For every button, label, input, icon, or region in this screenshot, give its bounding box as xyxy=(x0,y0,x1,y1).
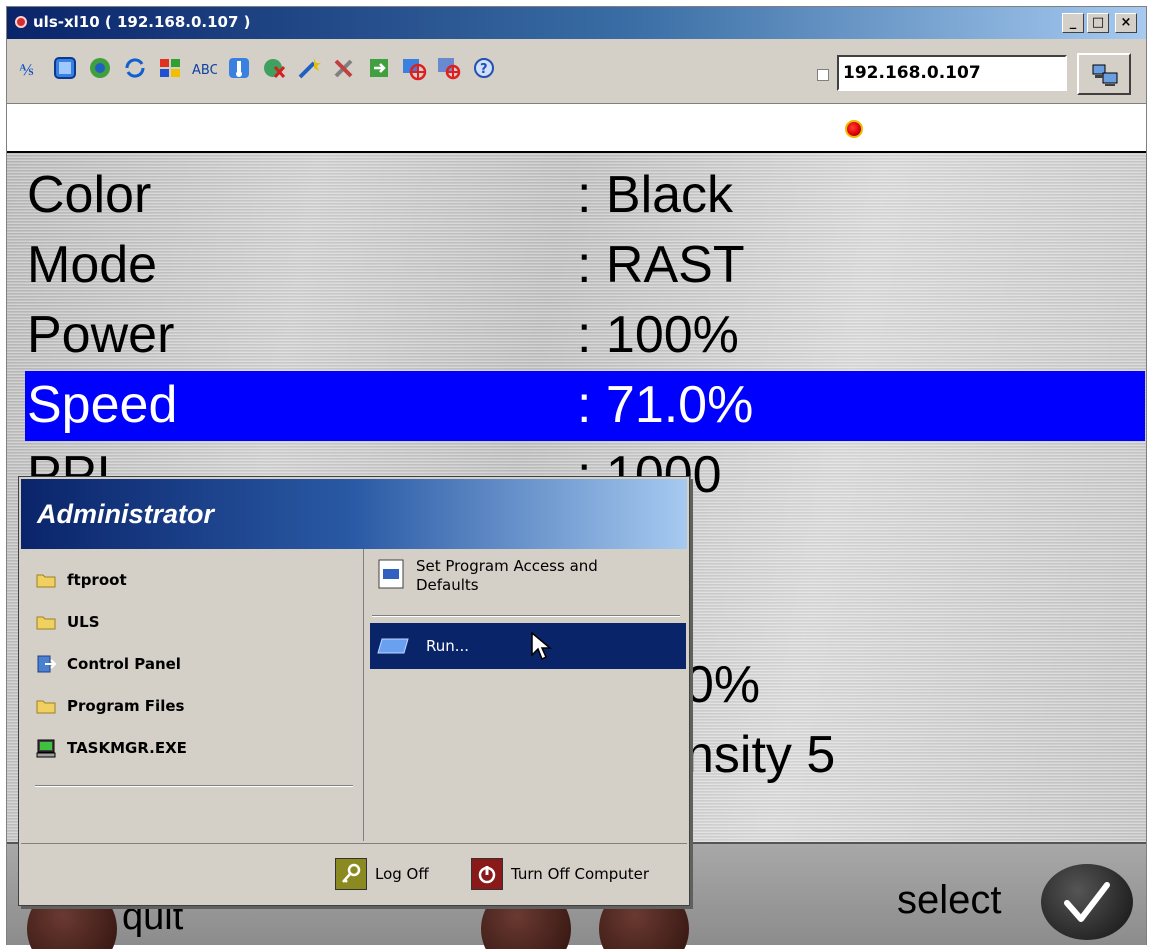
setting-value: : 100% xyxy=(577,306,739,364)
select-button[interactable] xyxy=(1041,864,1133,940)
ip-address-input[interactable]: 192.168.0.107 xyxy=(837,55,1067,91)
menu-item-label: Set Program Access and Defaults xyxy=(416,557,598,605)
start-menu-right-pane: Set Program Access and Defaults Run... xyxy=(363,549,687,841)
user-name: Administrator xyxy=(37,499,215,529)
start-menu-footer: Log Off Turn Off Computer xyxy=(21,843,687,903)
folder-icon xyxy=(36,700,56,714)
toolbar-icons: ⅍ ABC ? xyxy=(15,53,503,83)
setting-row-speed[interactable]: Speed : 71.0% xyxy=(25,371,1145,441)
key-icon xyxy=(335,858,367,890)
title-bar[interactable]: uls-xl10 ( 192.168.0.107 ) _ □ × xyxy=(7,7,1146,39)
network-computers-icon xyxy=(1092,64,1118,86)
checkmark-icon xyxy=(1064,882,1110,922)
wand-icon[interactable] xyxy=(294,53,324,83)
connect-button[interactable] xyxy=(1077,53,1131,95)
refresh-icon[interactable] xyxy=(120,53,150,83)
help-icon[interactable]: ? xyxy=(469,53,499,83)
menu-item-set-program-access[interactable]: Set Program Access and Defaults xyxy=(376,557,676,605)
minimize-button[interactable]: _ xyxy=(1062,13,1084,33)
setting-row-mode[interactable]: Mode : RAST xyxy=(25,231,1145,301)
setting-label: Speed xyxy=(27,376,178,434)
close-button[interactable]: × xyxy=(1115,13,1137,33)
setting-value: nsity 5 xyxy=(685,726,836,784)
ip-checkbox[interactable] xyxy=(817,69,829,81)
thermometer-icon[interactable] xyxy=(224,53,254,83)
status-led-icon xyxy=(845,120,863,138)
select-label: select xyxy=(897,878,1002,922)
window-icon[interactable] xyxy=(50,53,80,83)
menu-item-label-line-1: Set Program Access and xyxy=(416,557,598,575)
windows-flag-icon[interactable] xyxy=(155,53,185,83)
separator xyxy=(35,785,353,787)
start-menu-header: Administrator xyxy=(21,479,687,549)
menu-item-control-panel[interactable]: Control Panel xyxy=(35,647,181,681)
menu-item-label: Program Files xyxy=(67,697,185,715)
setting-label: Power xyxy=(27,306,175,364)
menu-item-label: TASKMGR.EXE xyxy=(67,739,187,757)
menu-item-ftproot[interactable]: ftproot xyxy=(35,563,127,597)
turn-off-button[interactable]: Turn Off Computer xyxy=(471,858,649,890)
computer-icon xyxy=(36,739,56,758)
menu-item-taskmgr[interactable]: TASKMGR.EXE xyxy=(35,731,187,765)
run-icon xyxy=(377,638,409,654)
status-strip xyxy=(7,103,1146,153)
mouse-cursor-icon xyxy=(531,631,552,661)
menu-item-label: Run... xyxy=(426,637,470,655)
target-icon[interactable] xyxy=(399,53,429,83)
setting-label: Color xyxy=(27,166,152,224)
folder-icon xyxy=(36,616,56,630)
menu-item-label: ftproot xyxy=(67,571,127,589)
menu-item-label: Control Panel xyxy=(67,655,181,673)
globe-gear-icon[interactable] xyxy=(85,53,115,83)
svg-text:⅍: ⅍ xyxy=(19,60,34,79)
change-ip-icon[interactable]: ⅍ xyxy=(15,53,45,83)
menu-item-uls[interactable]: ULS xyxy=(35,605,100,639)
maximize-button[interactable]: □ xyxy=(1087,13,1109,33)
target-window-icon[interactable] xyxy=(434,53,464,83)
folder-icon xyxy=(36,574,56,588)
log-off-label: Log Off xyxy=(375,865,429,883)
setting-row-color[interactable]: Color : Black xyxy=(25,161,1145,231)
setting-row-power[interactable]: Power : 100% xyxy=(25,301,1145,371)
separator xyxy=(372,615,680,617)
setting-value: : RAST xyxy=(577,236,745,294)
globe-x-icon[interactable] xyxy=(259,53,289,83)
window-title: uls-xl10 ( 192.168.0.107 ) xyxy=(33,13,251,31)
control-panel-icon xyxy=(37,655,57,673)
svg-text:ABC: ABC xyxy=(192,63,217,78)
turn-off-label: Turn Off Computer xyxy=(511,865,650,883)
log-off-button[interactable]: Log Off xyxy=(335,858,429,890)
program-access-icon xyxy=(378,559,404,589)
app-icon xyxy=(15,16,27,28)
start-menu-left-pane: ftproot ULS Control Panel Program Files … xyxy=(21,549,361,841)
transfer-icon[interactable] xyxy=(364,53,394,83)
power-icon xyxy=(471,858,503,890)
menu-item-label: ULS xyxy=(67,613,100,631)
menu-item-label-line-2: Defaults xyxy=(416,576,479,594)
start-menu: Administrator ftproot ULS Control Panel … xyxy=(18,476,690,906)
menu-item-program-files[interactable]: Program Files xyxy=(35,689,184,723)
setting-value: : Black xyxy=(577,166,734,224)
setting-value: : 71.0% xyxy=(577,376,754,434)
text-abc-icon[interactable]: ABC xyxy=(189,53,219,83)
toolbar: ⅍ ABC ? 192.168.0.107 xyxy=(7,39,1146,103)
tools-icon[interactable] xyxy=(329,53,359,83)
setting-value: 0% xyxy=(685,656,761,714)
menu-item-run[interactable]: Run... xyxy=(370,623,686,669)
setting-label: Mode xyxy=(27,236,158,294)
svg-text:?: ? xyxy=(480,62,488,77)
